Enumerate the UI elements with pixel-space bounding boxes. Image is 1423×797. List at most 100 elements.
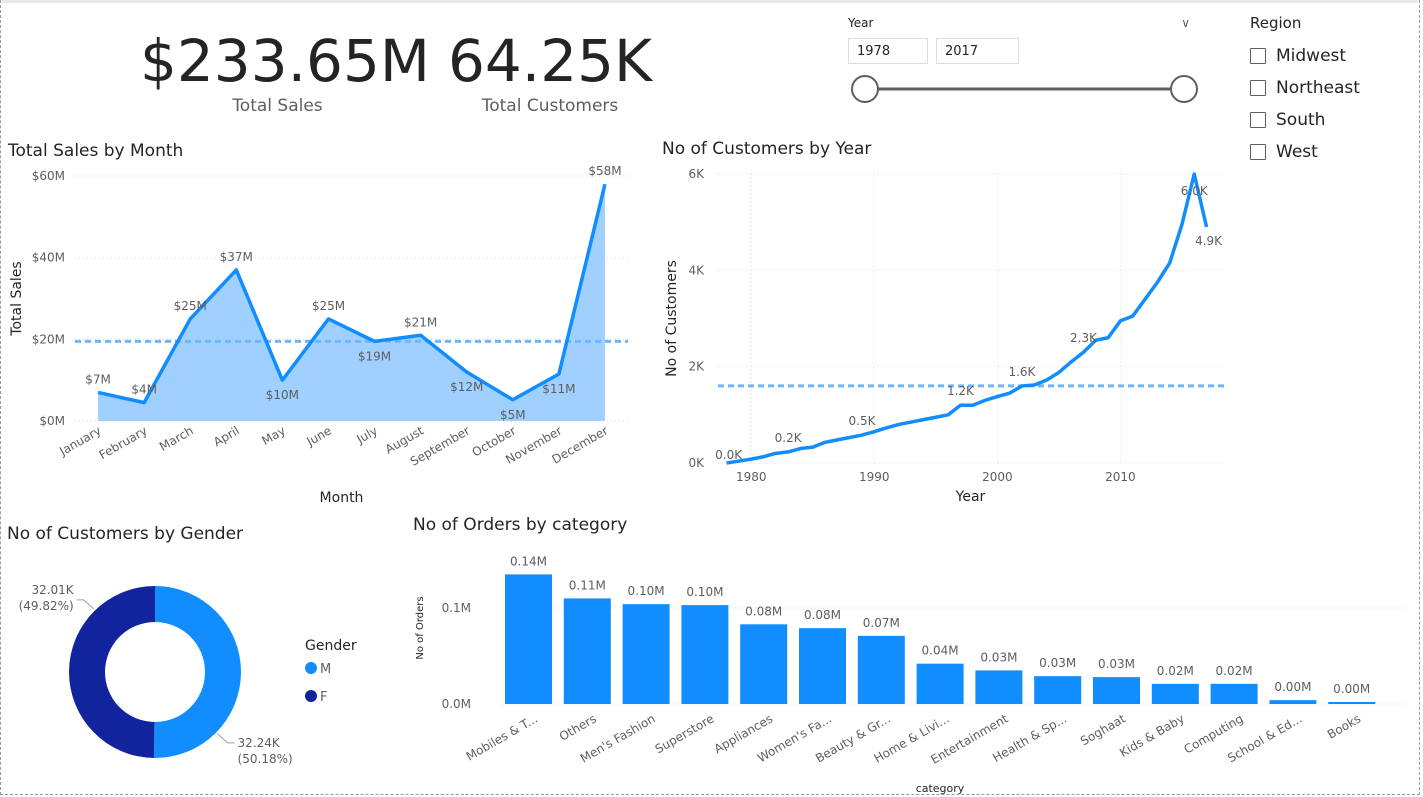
- data-label: 0.14M: [510, 554, 547, 568]
- checkbox[interactable]: [1250, 48, 1266, 64]
- leader-line: [76, 599, 95, 610]
- bar: [1210, 683, 1258, 704]
- x-tick-label: May: [259, 423, 287, 448]
- year-to-input[interactable]: 2017: [936, 38, 1019, 64]
- region-option-label: Midwest: [1276, 46, 1347, 66]
- data-label: 0.02M: [1157, 664, 1194, 678]
- x-tick-label: 2010: [1105, 470, 1136, 484]
- data-label: 0.03M: [980, 650, 1017, 664]
- data-label: 4.9K: [1195, 234, 1223, 248]
- data-label: (49.82%): [19, 599, 74, 613]
- slider-handle-start[interactable]: [851, 75, 879, 103]
- data-label: 1.6K: [1008, 365, 1036, 379]
- x-tick-label: July: [353, 423, 380, 446]
- x-tick-label: 1990: [859, 470, 890, 484]
- y-tick-label: 2K: [688, 360, 705, 374]
- top-divider: [2, 0, 1418, 3]
- data-label: $10M: [266, 388, 299, 402]
- y-tick-label: 0.1M: [442, 601, 471, 615]
- sales-chart-title: Total Sales by Month: [8, 141, 184, 161]
- region-option-west[interactable]: West: [1250, 136, 1415, 168]
- data-label: $21M: [404, 315, 437, 329]
- year-range-slider[interactable]: [848, 71, 1200, 111]
- region-option-label: Northeast: [1276, 78, 1360, 98]
- kpi-value: 64.25K: [447, 27, 653, 95]
- y-tick-label: 6K: [688, 167, 705, 181]
- legend-title: Gender: [305, 638, 357, 654]
- bar: [1093, 677, 1140, 704]
- year-from-input[interactable]: 1978: [848, 38, 928, 64]
- bar: [1328, 702, 1376, 704]
- checkbox[interactable]: [1250, 80, 1266, 96]
- region-option-northeast[interactable]: Northeast: [1250, 72, 1415, 104]
- data-label: 0.03M: [1039, 656, 1076, 670]
- bar: [740, 624, 788, 704]
- bar: [505, 574, 552, 704]
- chevron-down-icon[interactable]: ∨: [1181, 16, 1190, 30]
- legend-marker: [305, 690, 317, 702]
- x-tick-label: Soghaat: [1078, 711, 1128, 748]
- data-label: $25M: [174, 299, 207, 313]
- x-tick-label: Superstore: [653, 711, 717, 756]
- kpi-value: $233.65M: [140, 27, 430, 95]
- year-slicer-title: Year: [848, 16, 874, 30]
- data-label: $25M: [312, 299, 345, 313]
- customers-by-year-chart: 0K 2K 4K 6K 1980 1990 2000 2010 0.0K 0.2K 0.5K 1.2K…: [664, 167, 1225, 505]
- x-tick-label: Kids & Baby: [1117, 711, 1187, 759]
- donut-slice-m: [154, 586, 241, 758]
- data-label: 0.0K: [715, 448, 743, 462]
- x-tick-label: Books: [1325, 711, 1363, 741]
- orders-by-category-chart: 0.0M 0.1M 0.14M Mobiles & T... 0.11M Others 0.…: [415, 554, 1405, 795]
- y-tick-label: $40M: [32, 251, 65, 265]
- donut-slice-f: [68, 586, 155, 758]
- x-tick-label: Mobiles & T...: [464, 711, 540, 763]
- x-axis-title: Year: [955, 489, 986, 505]
- y-tick-label: $20M: [32, 332, 65, 346]
- bar: [681, 605, 729, 704]
- bar: [1034, 676, 1082, 704]
- kpi-label: Total Sales: [232, 96, 323, 116]
- data-label: 0.02M: [1216, 664, 1253, 678]
- data-label: 1.2K: [947, 384, 975, 398]
- x-axis-title: Month: [320, 490, 364, 506]
- region-option-label: West: [1276, 142, 1318, 162]
- legend-marker: [305, 662, 317, 674]
- data-label: (50.18%): [238, 752, 293, 766]
- data-label: $37M: [220, 250, 253, 264]
- bar: [622, 604, 670, 704]
- leader-line: [217, 733, 235, 744]
- bar: [1269, 700, 1317, 704]
- x-tick-label: June: [303, 423, 334, 449]
- bar: [563, 598, 611, 704]
- year-slicer: Year ∨ 1978 2017: [848, 14, 1200, 110]
- data-label: $19M: [358, 349, 391, 363]
- sales-by-month-chart: $0M $20M $40M $60M $7M $4M $25M $37M $10M $25M $19…: [9, 164, 628, 506]
- legend-label: M: [320, 662, 331, 677]
- data-label: 0.04M: [922, 644, 959, 658]
- gender-chart-title: No of Customers by Gender: [7, 524, 244, 544]
- customers-by-gender-chart: 32.24K (50.18%) 32.01K (49.82%) Gender MF: [19, 583, 357, 766]
- customers-line: [726, 172, 1209, 465]
- data-label: 6.0K: [1181, 184, 1209, 198]
- checkbox[interactable]: [1250, 144, 1266, 160]
- x-tick-label: 1980: [736, 470, 767, 484]
- region-slicer: Region Midwest Northeast South West: [1250, 14, 1415, 168]
- region-option-midwest[interactable]: Midwest: [1250, 40, 1415, 72]
- data-label: 0.5K: [849, 414, 877, 428]
- y-tick-label: 0.0M: [442, 697, 471, 711]
- checkbox[interactable]: [1250, 112, 1266, 128]
- data-label: 0.2K: [775, 431, 803, 445]
- y-axis-title: No of Customers: [664, 260, 680, 377]
- data-label: $5M: [500, 408, 526, 422]
- x-tick-label: February: [97, 423, 150, 462]
- slider-handle-end[interactable]: [1170, 75, 1198, 103]
- y-axis-title: Total Sales: [9, 261, 25, 336]
- y-axis-title: No of Orders: [415, 596, 426, 659]
- region-slicer-title: Region: [1250, 14, 1302, 32]
- data-label: 0.10M: [686, 585, 723, 599]
- kpi-label: Total Customers: [481, 96, 619, 116]
- region-option-south[interactable]: South: [1250, 104, 1415, 136]
- x-tick-label: January: [56, 423, 103, 458]
- data-label: $4M: [131, 383, 157, 397]
- region-option-label: South: [1276, 110, 1326, 130]
